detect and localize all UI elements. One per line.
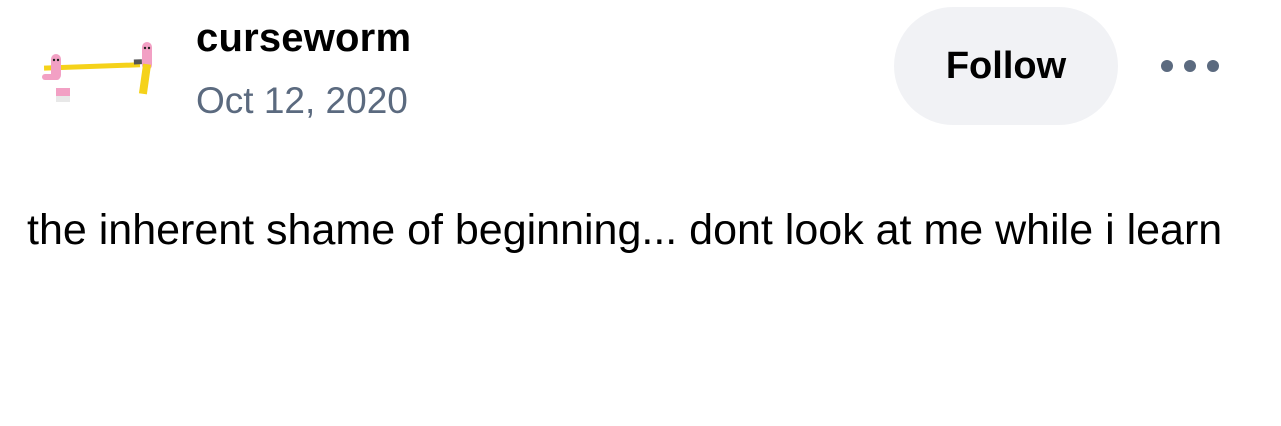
avatar[interactable] bbox=[30, 30, 166, 122]
follow-button[interactable]: Follow bbox=[894, 7, 1118, 125]
worm-pencil-avatar-icon bbox=[42, 42, 152, 102]
post-card: curseworm Oct 12, 2020 Follow the inhere… bbox=[0, 0, 1281, 426]
author-name[interactable]: curseworm bbox=[196, 15, 411, 61]
post-body-text: the inherent shame of beginning... dont … bbox=[27, 206, 1223, 254]
ellipsis-icon bbox=[1161, 60, 1219, 72]
post-date: Oct 12, 2020 bbox=[196, 80, 408, 121]
more-options-button[interactable] bbox=[1152, 52, 1228, 80]
